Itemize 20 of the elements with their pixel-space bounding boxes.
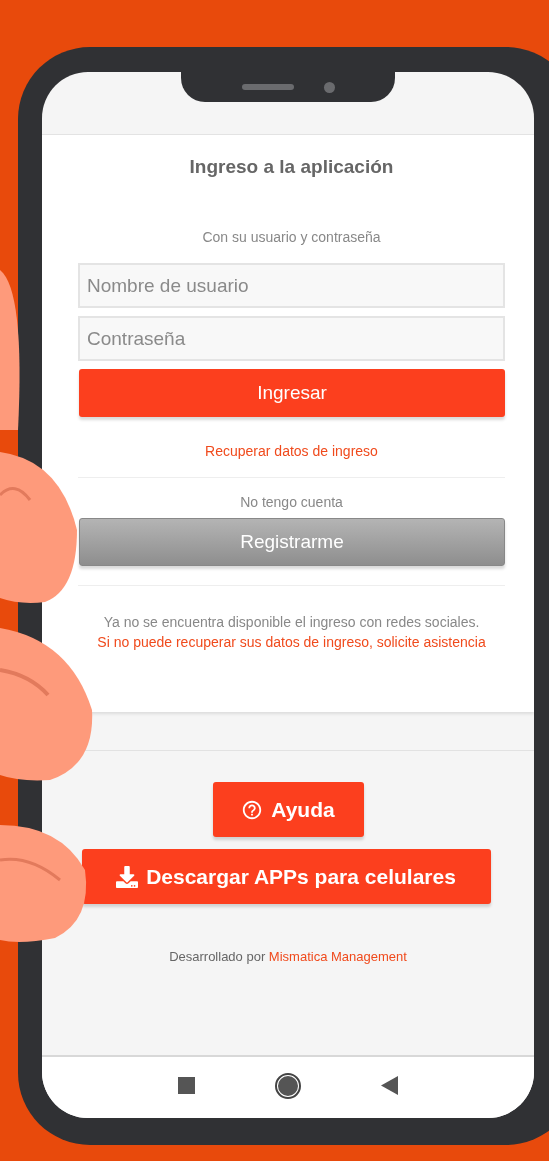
- login-button[interactable]: Ingresar: [79, 369, 505, 417]
- developer-link[interactable]: Mismatica Management: [268, 949, 407, 964]
- help-button[interactable]: Ayuda: [212, 782, 364, 837]
- help-icon: [241, 798, 264, 821]
- login-subtitle: Con su usuario y contraseña: [201, 228, 382, 246]
- register-button[interactable]: Registrarme: [79, 518, 505, 566]
- password-field[interactable]: Contraseña: [78, 316, 505, 361]
- circle-icon[interactable]: [275, 1072, 301, 1099]
- support-link[interactable]: Si no puede recuperar sus datos de ingreso, solicite asistencia: [78, 632, 505, 652]
- username-field[interactable]: Nombre de usuario: [78, 263, 505, 308]
- download-icon: [116, 865, 139, 888]
- speaker-icon: [241, 84, 294, 90]
- footer-text: Desarrollado por Mismatica Management: [169, 949, 407, 964]
- download-button[interactable]: Descargar APPs para celulares: [81, 849, 491, 904]
- camera-icon: [323, 81, 335, 93]
- recover-link[interactable]: Recuperar datos de ingreso: [78, 441, 505, 461]
- notice-text: Ya no se encuentra disponible el ingreso con redes sociales.: [102, 613, 481, 632]
- no-account-text: No tengo cuenta: [239, 493, 344, 512]
- login-title: Ingreso a la aplicación: [188, 156, 395, 178]
- back-icon[interactable]: [381, 1076, 398, 1095]
